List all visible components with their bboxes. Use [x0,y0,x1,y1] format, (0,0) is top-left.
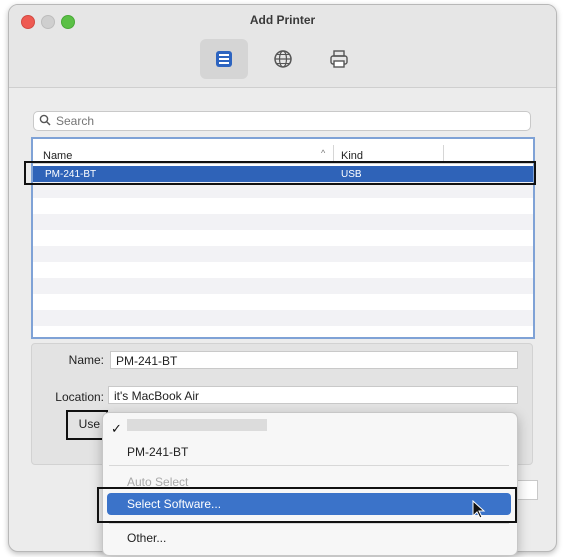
empty-row [33,278,533,294]
name-field[interactable]: PM-241-BT [110,351,518,369]
search-icon [39,114,51,126]
sort-indicator-icon: ^ [321,148,326,158]
search-field[interactable] [33,111,531,131]
menu-separator [109,523,509,524]
printer-icon [330,50,348,68]
printer-default-icon [216,51,232,67]
empty-row [33,214,533,230]
name-label: Name: [68,353,104,367]
toolbar-windows-button[interactable] [315,39,363,79]
location-label: Location: [55,390,104,404]
selected-row-highlight [24,161,536,185]
empty-row [33,262,533,278]
empty-row [33,246,533,262]
menu-item-other[interactable]: Other... [127,531,166,545]
window-title: Add Printer [249,13,316,27]
empty-row [33,198,533,214]
column-divider [443,145,444,161]
toolbar-ip-button[interactable] [259,39,307,79]
use-dropdown-menu[interactable]: ✓ PM-241-BT Auto Select Select Software.… [102,412,518,556]
titlebar: Add Printer [9,5,556,88]
empty-row [33,230,533,246]
menu-item-printer[interactable]: PM-241-BT [127,445,188,459]
globe-icon [274,50,292,68]
empty-row [33,294,533,310]
search-input[interactable] [56,113,516,129]
select-software-highlight [97,487,517,523]
location-field[interactable]: it's MacBook Air [108,386,518,404]
current-selection-redacted [127,419,267,431]
toolbar-default-button[interactable] [200,39,248,79]
mouse-cursor-icon [472,500,486,519]
checkmark-icon: ✓ [111,421,122,436]
column-divider [333,145,334,161]
empty-row [33,310,533,326]
menu-separator [109,465,509,466]
